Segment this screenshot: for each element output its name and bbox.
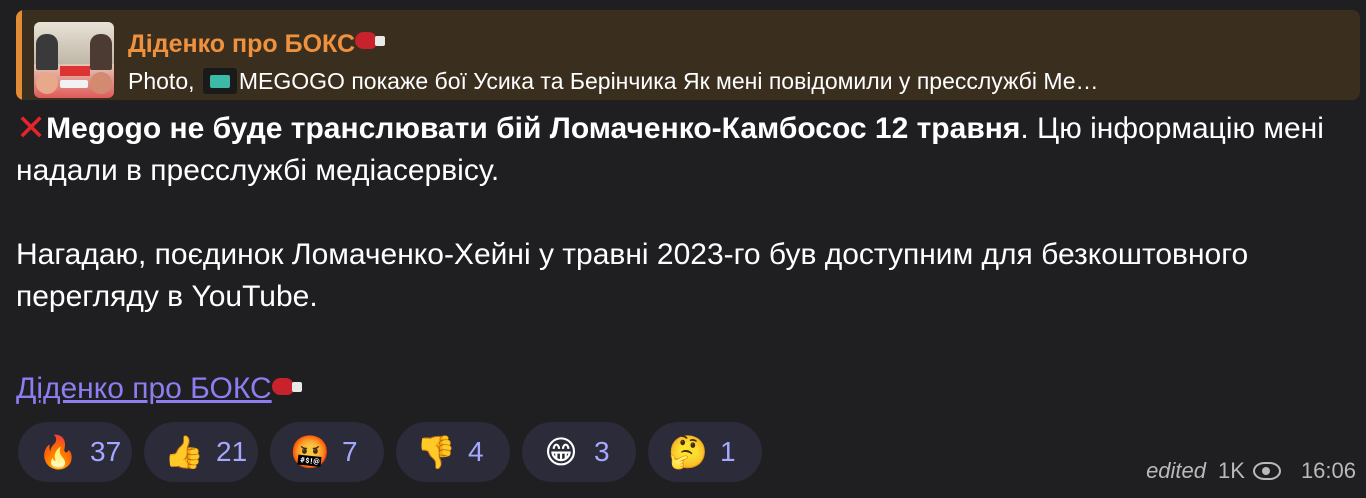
paragraph-1: ✕Megogo не буде транслювати бій Ломаченк… xyxy=(16,108,1346,192)
reaction-count: 3 xyxy=(594,436,610,467)
reaction-count: 7 xyxy=(342,436,358,467)
reactions-bar: 🔥 37 👍 21 🤬 7 👎 4 😁 3 🤔 1 xyxy=(18,422,762,482)
view-count: 1K xyxy=(1218,458,1245,483)
tv-icon xyxy=(202,68,237,94)
reply-quote[interactable]: Діденко про БОКС Photo, MEGOGO покаже бо… xyxy=(16,10,1360,100)
thumb-figure-bottom-right xyxy=(90,72,112,94)
thumbs-down-icon: 👎 xyxy=(416,434,456,470)
reply-title-text: Діденко про БОКС xyxy=(128,30,356,58)
reaction-thumbs-up[interactable]: 👍 21 xyxy=(144,422,258,482)
thumb-figure-right xyxy=(90,34,112,70)
reaction-fire[interactable]: 🔥 37 xyxy=(18,422,132,482)
thumb-red-band xyxy=(60,66,90,76)
reaction-thumbs-down[interactable]: 👎 4 xyxy=(396,422,510,482)
thinking-face-icon: 🤔 xyxy=(668,434,708,470)
grinning-face-icon: 😁 xyxy=(544,434,578,470)
thumb-label xyxy=(60,80,88,88)
reaction-count: 1 xyxy=(720,436,736,467)
message-body: ✕Megogo не буде транслювати бій Ломаченк… xyxy=(16,108,1346,318)
eye-icon xyxy=(1252,462,1281,480)
thumb-figure-bottom-left xyxy=(36,72,58,94)
channel-message: Діденко про БОКС Photo, MEGOGO покаже бо… xyxy=(0,0,1366,498)
boxing-glove-icon xyxy=(271,376,302,396)
message-meta: edited 1K 16:06 xyxy=(1146,458,1356,484)
boxing-glove-icon xyxy=(355,30,386,50)
cross-mark-icon: ✕ xyxy=(16,107,47,148)
paragraph-2: Нагадаю, поєдинок Ломаченко-Хейні у трав… xyxy=(16,238,1249,313)
reaction-count: 4 xyxy=(468,436,484,467)
reply-snippet-text: MEGOGO покаже бої Усика та Берінчика Як … xyxy=(238,68,1099,94)
reply-title: Діденко про БОКС xyxy=(128,30,386,59)
reply-snippet: Photo, MEGOGO покаже бої Усика та Берінч… xyxy=(128,68,1348,95)
reaction-thinking-face[interactable]: 🤔 1 xyxy=(648,422,762,482)
thumbs-up-icon: 👍 xyxy=(164,434,204,470)
reaction-grinning-face[interactable]: 😁 3 xyxy=(522,422,636,482)
reaction-count: 21 xyxy=(216,436,248,467)
reply-thumbnail xyxy=(34,22,114,98)
edited-label: edited xyxy=(1146,458,1207,483)
reaction-cursing-face[interactable]: 🤬 7 xyxy=(270,422,384,482)
message-time: 16:06 xyxy=(1300,458,1356,483)
reply-accent-bar xyxy=(16,10,22,100)
channel-link-text[interactable]: Діденко про БОКС xyxy=(16,372,272,405)
bold-headline: Megogo не буде транслювати бій Ломаченко… xyxy=(46,112,1021,145)
reply-snippet-prefix: Photo, xyxy=(128,68,195,94)
fire-icon: 🔥 xyxy=(38,434,78,470)
cursing-face-icon: 🤬 xyxy=(290,434,330,470)
thumb-figure-left xyxy=(36,34,58,70)
channel-link[interactable]: Діденко про БОКС xyxy=(16,368,302,410)
reaction-count: 37 xyxy=(90,436,122,467)
